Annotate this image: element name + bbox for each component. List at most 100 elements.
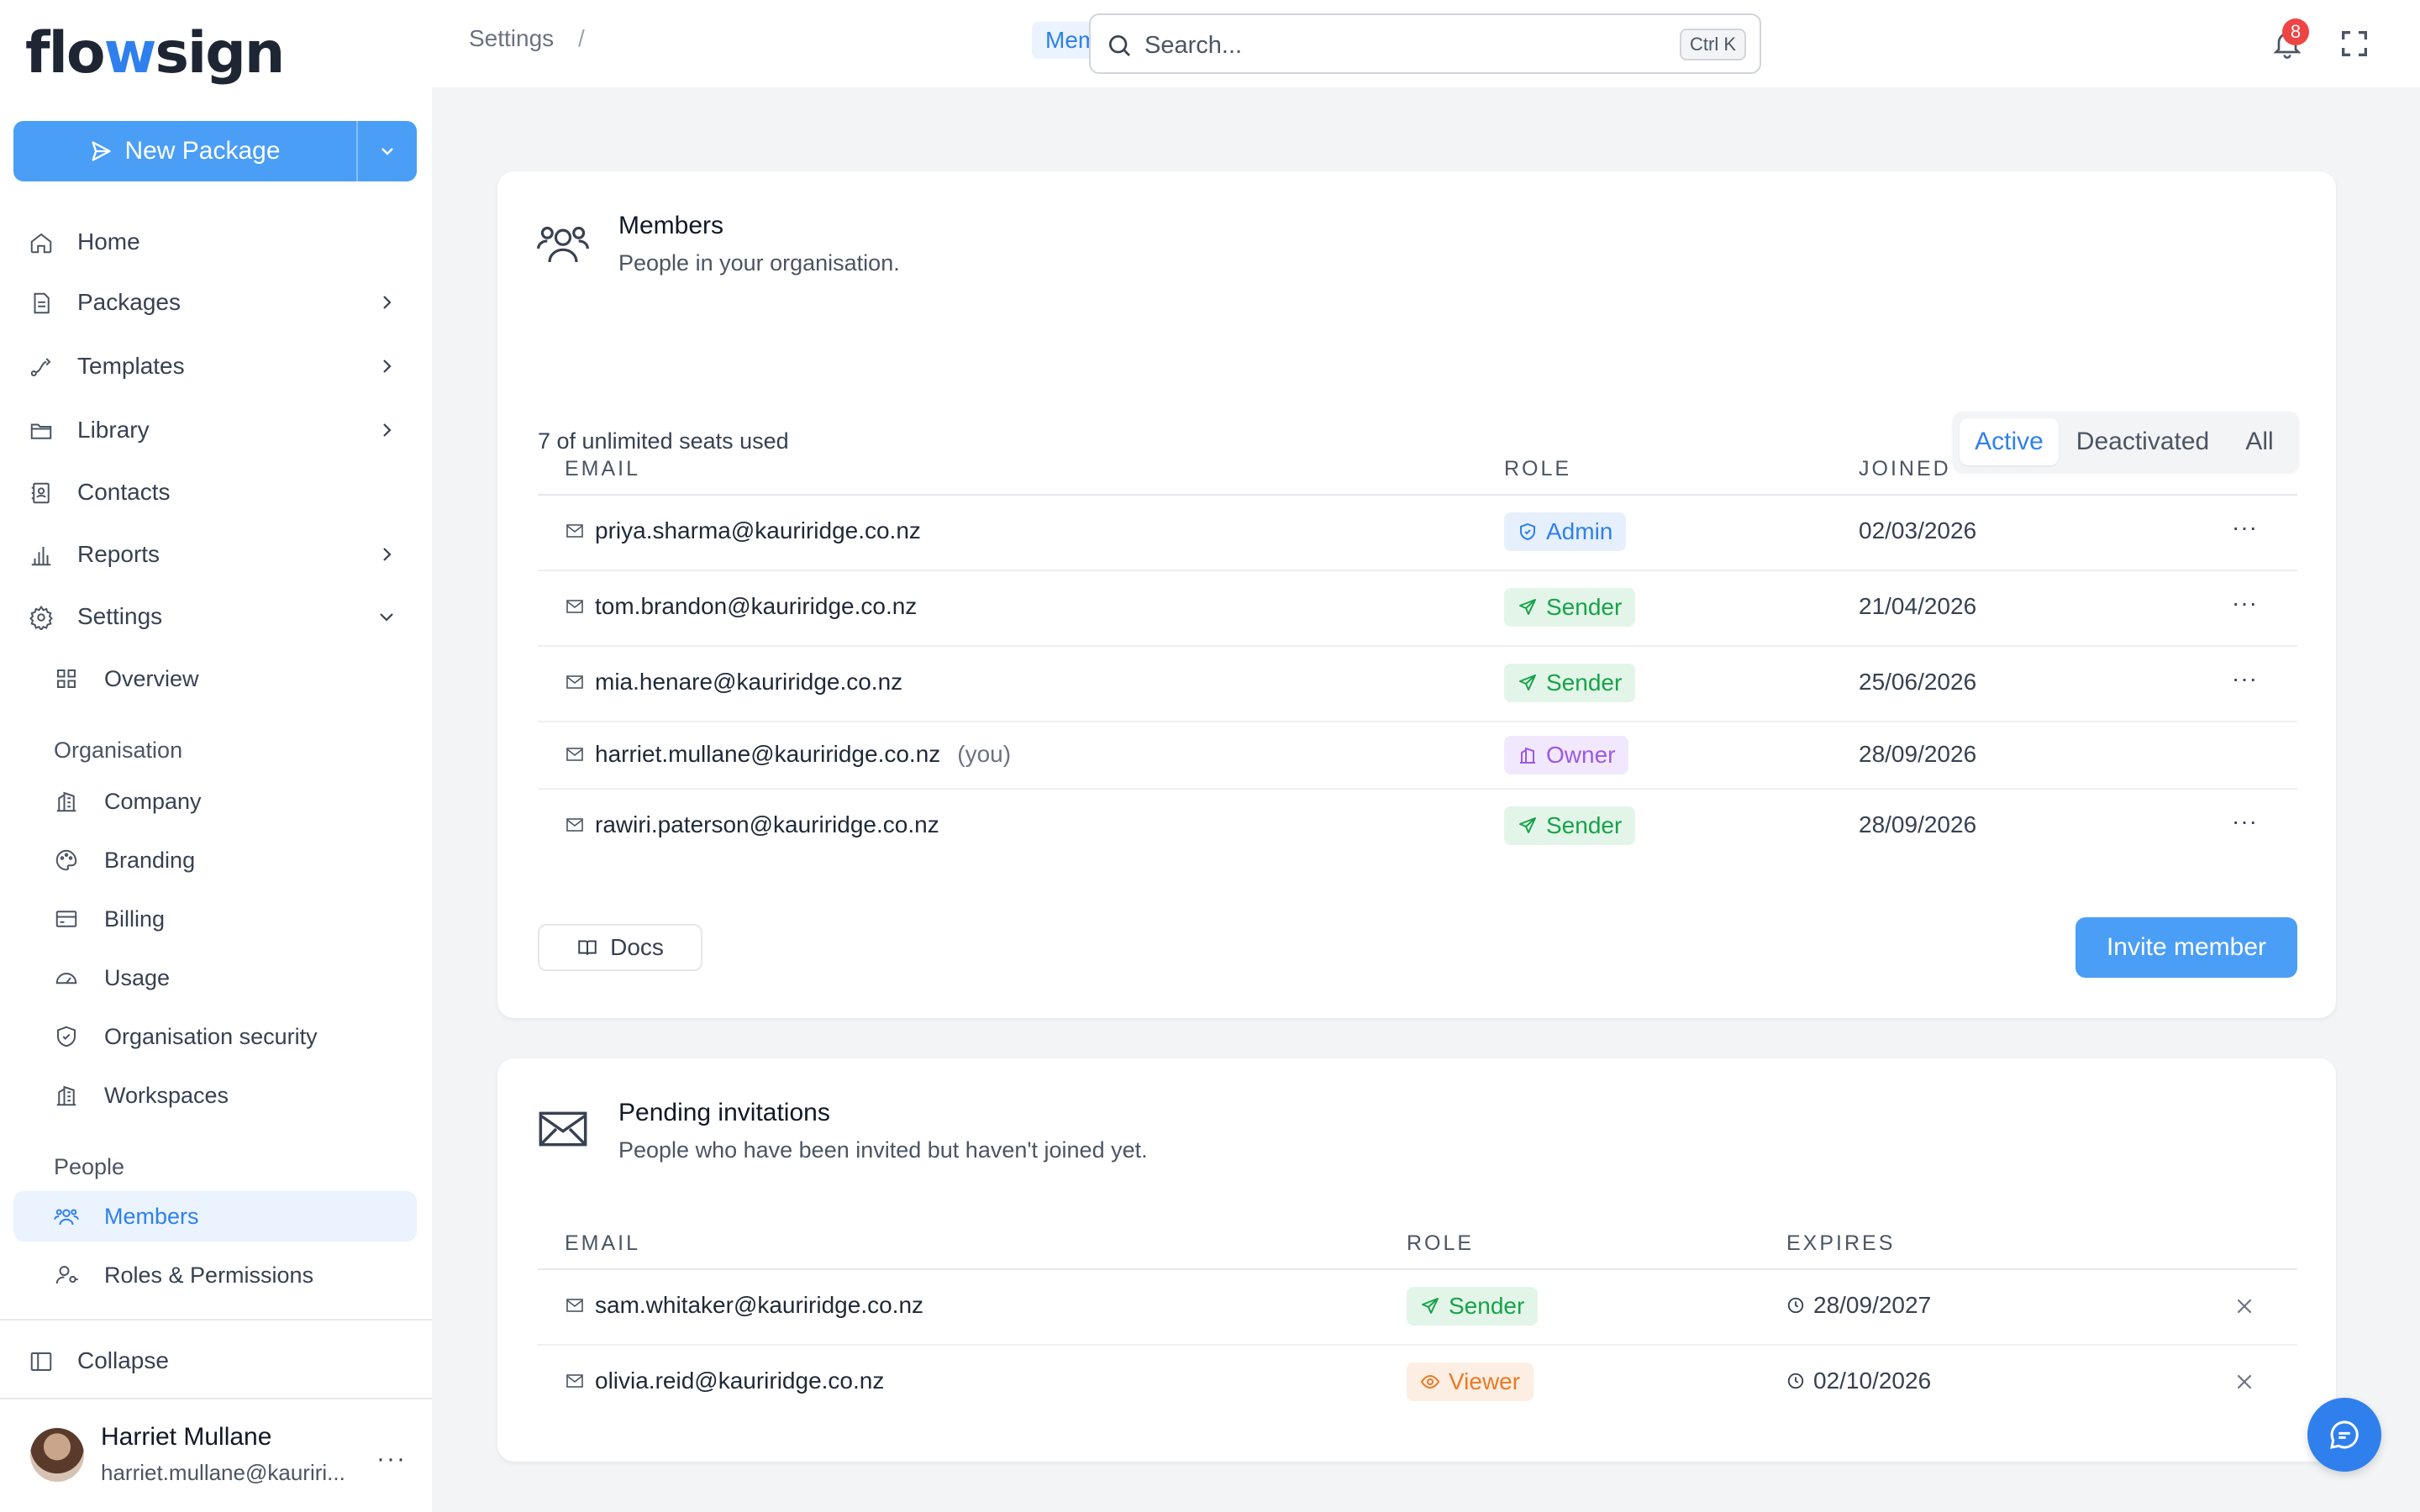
user-menu[interactable]: Harriet Mullane harriet.mullane@kauriri.… [0,1401,432,1512]
sidebar-item-billing[interactable]: Billing [13,894,417,944]
row-more-button[interactable]: ··· [2232,808,2258,835]
sidebar-collapse-icon [30,1352,52,1371]
invite-member-button[interactable]: Invite member [2075,917,2297,978]
sidebar-item-roles-permissions[interactable]: Roles & Permissions [13,1250,417,1300]
sidebar-item-label: Library [77,417,150,443]
breadcrumb-settings[interactable]: Settings [469,25,554,52]
more-options-icon[interactable]: ··· [376,1445,407,1473]
member-email: mia.henare@kauriridge.co.nz [565,669,902,696]
member-email: tom.brandon@kauriridge.co.nz [565,593,917,620]
filter-deactivated[interactable]: Deactivated [2065,418,2220,465]
role-badge-viewer: Viewer [1407,1362,1534,1401]
row-more-button[interactable]: ··· [2232,514,2258,541]
sidebar-item-usage[interactable]: Usage [13,953,417,1003]
column-header-joined: JOINED [1859,457,1951,480]
email-text: rawiri.paterson@kauriridge.co.nz [595,811,939,837]
sidebar-item-settings[interactable]: Settings [13,591,417,642]
sidebar-item-branding[interactable]: Branding [13,835,417,885]
member-email: harriet.mullane@kauriridge.co.nz (you) [565,741,1011,768]
users-icon [537,226,589,263]
new-package-button-group: New Package [13,121,417,181]
fullscreen-icon[interactable] [2338,27,2371,60]
joined-date: 28/09/2026 [1859,741,1977,767]
sidebar-item-company[interactable]: Company [13,776,417,827]
collapse-sidebar-button[interactable]: Collapse [13,1336,417,1386]
card-subtitle: People who have been invited but haven't… [618,1137,1148,1163]
divider [538,1344,2297,1346]
chevron-right-icon [383,360,392,373]
building-icon [56,1085,76,1106]
sidebar-item-label: Settings [77,603,163,629]
sidebar-item-label: Branding [104,848,196,873]
sidebar-item-label: Overview [104,666,199,691]
collapse-label: Collapse [77,1347,169,1373]
search-placeholder: Search... [1144,32,1243,59]
role-text: Owner [1546,742,1616,768]
sidebar-item-members[interactable]: Members [13,1191,417,1242]
folder-icon [30,423,52,439]
sidebar-item-library[interactable]: Library [13,405,417,455]
user-email: harriet.mullane@kauriri... [101,1460,345,1485]
sidebar-item-reports[interactable]: Reports [13,529,417,580]
role-text: Sender [1546,812,1623,838]
bar-chart-icon [31,547,51,566]
revoke-invite-close-icon[interactable] [2233,1371,2255,1393]
expiry-date: 02/10/2026 [1786,1368,1931,1394]
row-more-button[interactable]: ··· [2232,665,2258,692]
clock-icon [1787,1373,1804,1389]
email-text: tom.brandon@kauriridge.co.nz [595,593,918,619]
people-heading: People [54,1154,125,1179]
divider [538,788,2297,790]
search-icon [1109,35,1130,56]
envelope-icon [566,748,583,761]
expiry-date: 28/09/2027 [1786,1292,1931,1319]
sidebar-item-templates[interactable]: Templates [13,341,417,391]
credit-card-icon [55,911,77,927]
new-package-button[interactable]: New Package [13,121,356,181]
chat-support-button[interactable] [2307,1398,2381,1472]
card-subtitle: People in your organisation. [618,250,900,276]
card-title: Pending invitations [618,1099,830,1126]
role-badge-sender: Sender [1504,664,1636,702]
role-badge-sender: Sender [1504,588,1636,627]
send-icon [1519,817,1536,833]
email-text: olivia.reid@kauriridge.co.nz [595,1368,885,1394]
chevron-right-icon [383,423,392,437]
notification-count-badge: 8 [2282,18,2309,45]
search-shortcut: Ctrl K [1680,29,1746,60]
members-card: Members People in your organisation. 7 o… [497,171,2336,1018]
building-icon [56,791,76,812]
envelope-icon [566,1299,583,1312]
flowsign-logo[interactable]: flo w sign [25,20,285,87]
role-badge-sender: Sender [1407,1287,1539,1326]
send-icon [92,141,112,161]
sidebar-item-workspaces[interactable]: Workspaces [13,1070,417,1121]
avatar [30,1428,84,1482]
search-input[interactable]: Search... Ctrl K [1089,13,1761,74]
email-text: sam.whitaker@kauriridge.co.nz [595,1292,924,1318]
sidebar-item-packages[interactable]: Packages [13,277,417,328]
row-more-button[interactable]: ··· [2232,590,2258,617]
sidebar-item-label: Templates [77,353,185,379]
sidebar-item-contacts[interactable]: Contacts [13,467,417,517]
sidebar-item-overview[interactable]: Overview [13,654,417,704]
pending-invitations-card: Pending invitations People who have been… [497,1058,2336,1462]
sidebar-item-label: Company [104,789,202,814]
invite-email: sam.whitaker@kauriridge.co.nz [565,1292,923,1319]
new-package-dropdown-button[interactable] [356,121,417,181]
envelope-icon [566,675,583,689]
sidebar-item-label: Roles & Permissions [104,1263,314,1288]
sidebar-item-home[interactable]: Home [13,217,417,267]
expiry-text: 02/10/2026 [1813,1368,1932,1394]
sidebar-item-organisation-security[interactable]: Organisation security [13,1011,417,1062]
filter-active[interactable]: Active [1960,418,2059,465]
sidebar-item-label: Home [77,228,140,255]
revoke-invite-close-icon[interactable] [2233,1295,2255,1317]
chat-bubble-icon [2330,1420,2359,1449]
chevron-down-icon [381,148,393,155]
divider [538,1268,2297,1270]
filter-all[interactable]: All [2227,418,2292,465]
docs-button[interactable]: Docs [538,924,702,971]
envelope-icon [539,1111,587,1147]
divider [538,570,2297,571]
